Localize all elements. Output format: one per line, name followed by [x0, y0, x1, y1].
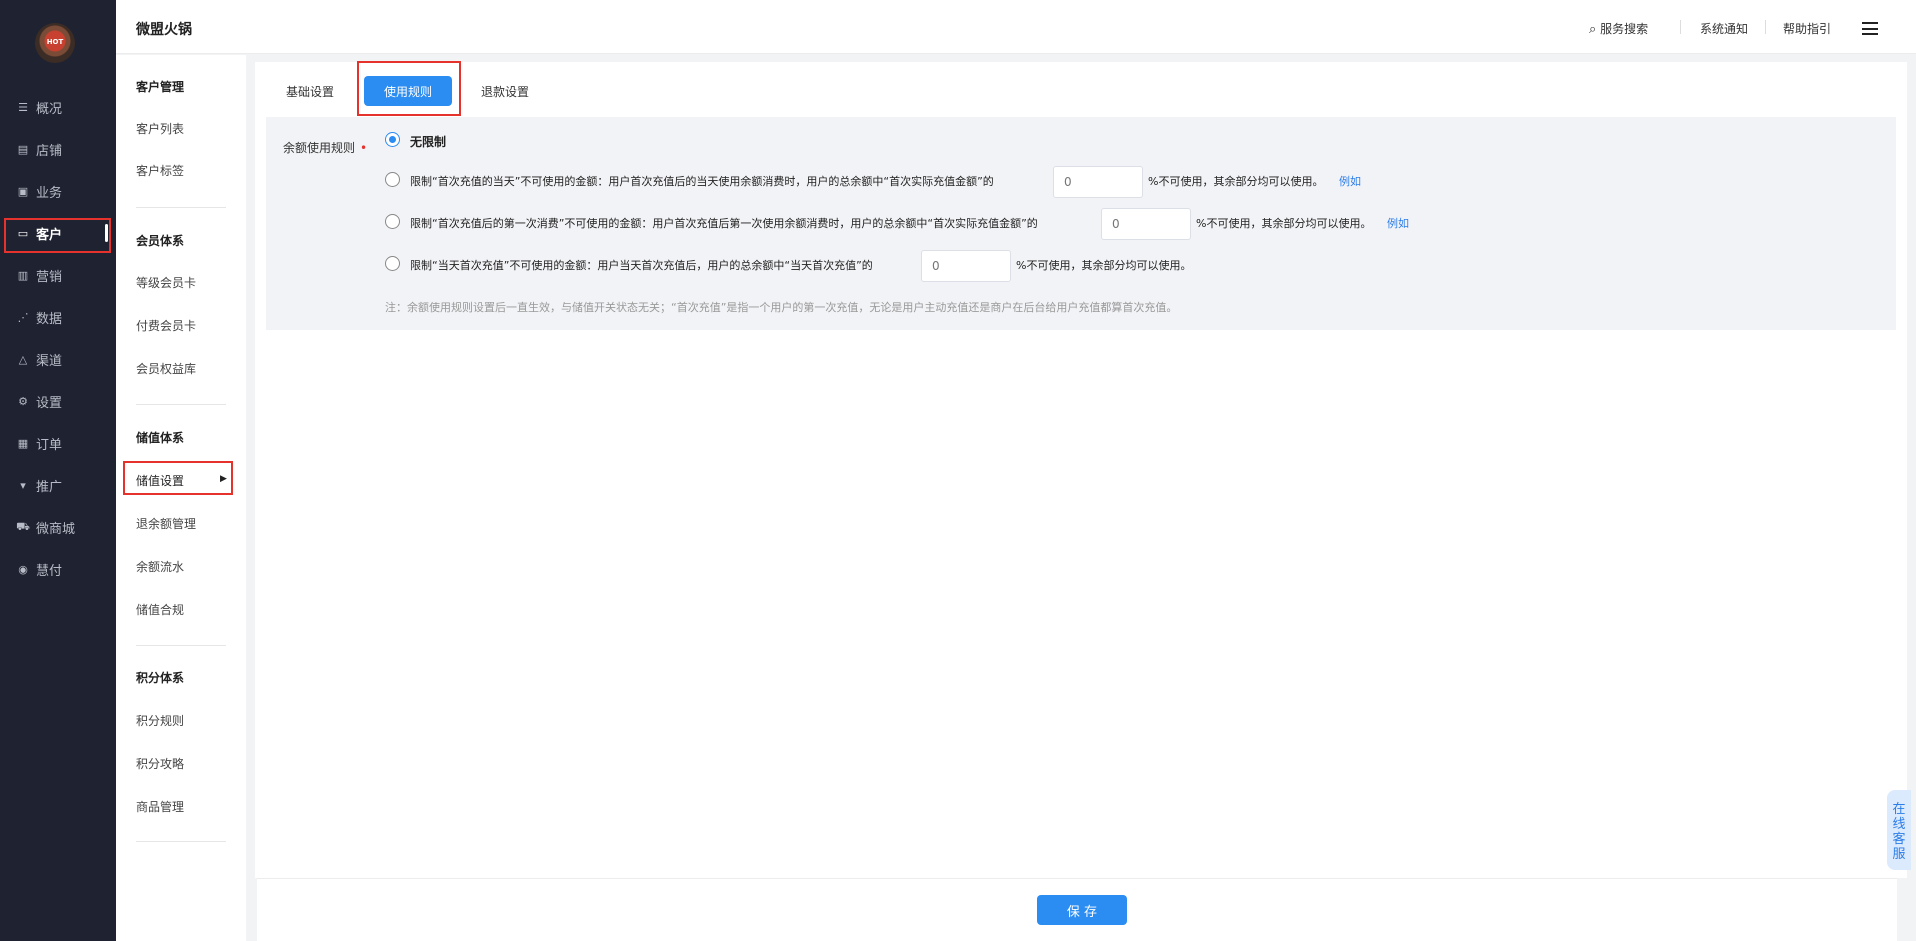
subnav-group-title: 会员体系 — [136, 234, 185, 248]
option-label: 限制“首次充值的当天”不可使用的金额：用户首次充值后的当天使用余额消费时，用户的… — [410, 175, 994, 188]
rule-label-text: 余额使用规则 — [283, 141, 356, 155]
subnav-item-points-guide[interactable]: 积分攻略 — [136, 755, 184, 772]
tab-refund-settings[interactable]: 退款设置 — [481, 83, 529, 100]
example-link[interactable]: 例如 — [1387, 215, 1409, 231]
option-label: 无限制 — [410, 135, 447, 149]
main-nav: HOT ☰ 概况 ▤ 店铺 ▣ 业务 ▭ 客户 ▥ 营销 ⋰ 数据 △ 渠道 ⚙ 设置 ▦ 订单 … — [0, 0, 116, 941]
content-card: 基础设置 使用规则 退款设置 余额使用规则 • 无限制 限制“首次充值的当天”不可… — [255, 62, 1907, 878]
subnav-item-points-rules[interactable]: 积分规则 — [136, 712, 184, 729]
nav-item-label: 店铺 — [36, 143, 63, 159]
nav-item-business[interactable]: ▣ 业务 — [0, 176, 116, 206]
nav-item-label: 业务 — [36, 185, 63, 201]
footer-bar: 保 存 — [257, 878, 1897, 941]
subnav-group-title: 积分体系 — [136, 671, 185, 685]
option-label: 限制“当天首次充值”不可使用的金额：用户当天首次充值后，用户的总余额中“当天首次… — [410, 259, 873, 272]
radio-limit-first-day[interactable] — [385, 172, 400, 187]
highlight-box — [123, 461, 233, 495]
store-icon: ▤ — [17, 142, 29, 156]
save-button[interactable]: 保 存 — [1037, 895, 1127, 925]
divider — [136, 645, 226, 646]
order-icon: ▦ — [17, 436, 29, 450]
line-chart-icon: ⋰ — [17, 310, 29, 324]
percent-input-first-consume[interactable] — [1101, 208, 1191, 240]
hamburger-menu-icon[interactable] — [1862, 22, 1878, 35]
subnav-item-level-card[interactable]: 等级会员卡 — [136, 274, 196, 291]
list-icon: ☰ — [18, 100, 28, 114]
percent-input-daily-first[interactable] — [921, 250, 1011, 282]
nav-item-channel[interactable]: △ 渠道 — [0, 344, 116, 374]
subnav-item-goods[interactable]: 商品管理 — [136, 798, 184, 815]
sub-sidebar: 客户管理 客户列表 客户标签 会员体系 等级会员卡 付费会员卡 会员权益库 储值… — [116, 55, 246, 941]
nav-item-settings[interactable]: ⚙ 设置 — [0, 386, 116, 416]
option-suffix: %不可使用，其余部分均可以使用。 — [1016, 259, 1192, 272]
rules-note: 注：余额使用规则设置后一直生效，与储值开关状态无关；“首次充值”是指一个用户的第… — [385, 301, 1178, 314]
option-label: 限制“首次充值后的第一次消费”不可使用的金额：用户首次充值后第一次使用余额消费时… — [410, 217, 1038, 230]
divider — [136, 841, 226, 842]
nav-item-store[interactable]: ▤ 店铺 — [0, 134, 116, 164]
highlight-box — [4, 218, 111, 253]
nav-item-marketing[interactable]: ▥ 营销 — [0, 260, 116, 290]
divider — [1765, 20, 1766, 34]
example-link[interactable]: 例如 — [1339, 173, 1361, 189]
channel-icon: △ — [18, 352, 28, 366]
subnav-item-compliance[interactable]: 储值合规 — [136, 601, 184, 618]
percent-input-first-day[interactable] — [1053, 166, 1143, 198]
nav-item-pay[interactable]: ◉ 慧付 — [0, 554, 116, 584]
nav-item-label: 设置 — [36, 395, 63, 411]
rule-label: 余额使用规则 • — [283, 139, 367, 156]
online-service-button[interactable]: 在线客服 — [1887, 790, 1911, 870]
option-suffix: %不可使用，其余部分均可以使用。 — [1148, 175, 1324, 188]
top-header: 微盟火锅 ⌕ 服务搜索 系统通知 帮助指引 — [116, 0, 1916, 54]
nav-item-overview[interactable]: ☰ 概况 — [0, 92, 116, 122]
brand-logo[interactable]: HOT — [35, 23, 75, 63]
service-search-link[interactable]: ⌕ 服务搜索 — [1589, 20, 1648, 37]
subnav-group-title: 客户管理 — [136, 80, 185, 94]
radio-limit-daily-first[interactable] — [385, 256, 400, 271]
subnav-item-customer-list[interactable]: 客户列表 — [136, 120, 184, 137]
subnav-item-paid-card[interactable]: 付费会员卡 — [136, 317, 196, 334]
nav-item-label: 慧付 — [36, 563, 63, 579]
radio-limit-first-consume[interactable] — [385, 214, 400, 229]
nav-item-data[interactable]: ⋰ 数据 — [0, 302, 116, 332]
divider — [136, 404, 226, 405]
search-icon: ⌕ — [1589, 22, 1597, 37]
required-mark: • — [360, 141, 368, 155]
radio-no-limit[interactable] — [385, 132, 400, 147]
subnav-group-title: 储值体系 — [136, 431, 185, 445]
divider — [1680, 20, 1681, 34]
pay-icon: ◉ — [18, 562, 28, 576]
highlight-box — [357, 61, 461, 116]
service-search-label: 服务搜索 — [1600, 22, 1649, 36]
promote-icon: ▾ — [20, 478, 26, 492]
bar-chart-icon: ▥ — [17, 268, 29, 282]
tab-basic-settings[interactable]: 基础设置 — [286, 83, 334, 100]
cart-icon: ⛟ — [16, 519, 30, 533]
nav-item-label: 微商城 — [36, 521, 76, 537]
divider — [136, 207, 226, 208]
subnav-item-customer-tags[interactable]: 客户标签 — [136, 162, 184, 179]
subnav-item-refund-balance[interactable]: 退余额管理 — [136, 515, 196, 532]
nav-item-label: 营销 — [36, 269, 63, 285]
nav-item-label: 数据 — [36, 311, 63, 327]
nav-item-label: 概况 — [36, 101, 63, 117]
brand-name: 微盟火锅 — [136, 22, 192, 38]
system-notice-link[interactable]: 系统通知 — [1700, 20, 1748, 37]
option-suffix: %不可使用，其余部分均可以使用。 — [1196, 217, 1372, 230]
subnav-item-benefits[interactable]: 会员权益库 — [136, 360, 196, 377]
gear-icon: ⚙ — [18, 394, 28, 408]
nav-item-orders[interactable]: ▦ 订单 — [0, 428, 116, 458]
nav-item-mall[interactable]: ⛟ 微商城 — [0, 512, 116, 542]
nav-item-label: 渠道 — [36, 353, 63, 369]
help-guide-link[interactable]: 帮助指引 — [1783, 20, 1831, 37]
briefcase-icon: ▣ — [17, 184, 29, 198]
nav-item-label: 订单 — [36, 437, 63, 453]
subnav-item-balance-flow[interactable]: 余额流水 — [136, 558, 184, 575]
logo-text: HOT — [46, 38, 64, 46]
nav-item-promotion[interactable]: ▾ 推广 — [0, 470, 116, 500]
nav-item-label: 推广 — [36, 479, 63, 495]
